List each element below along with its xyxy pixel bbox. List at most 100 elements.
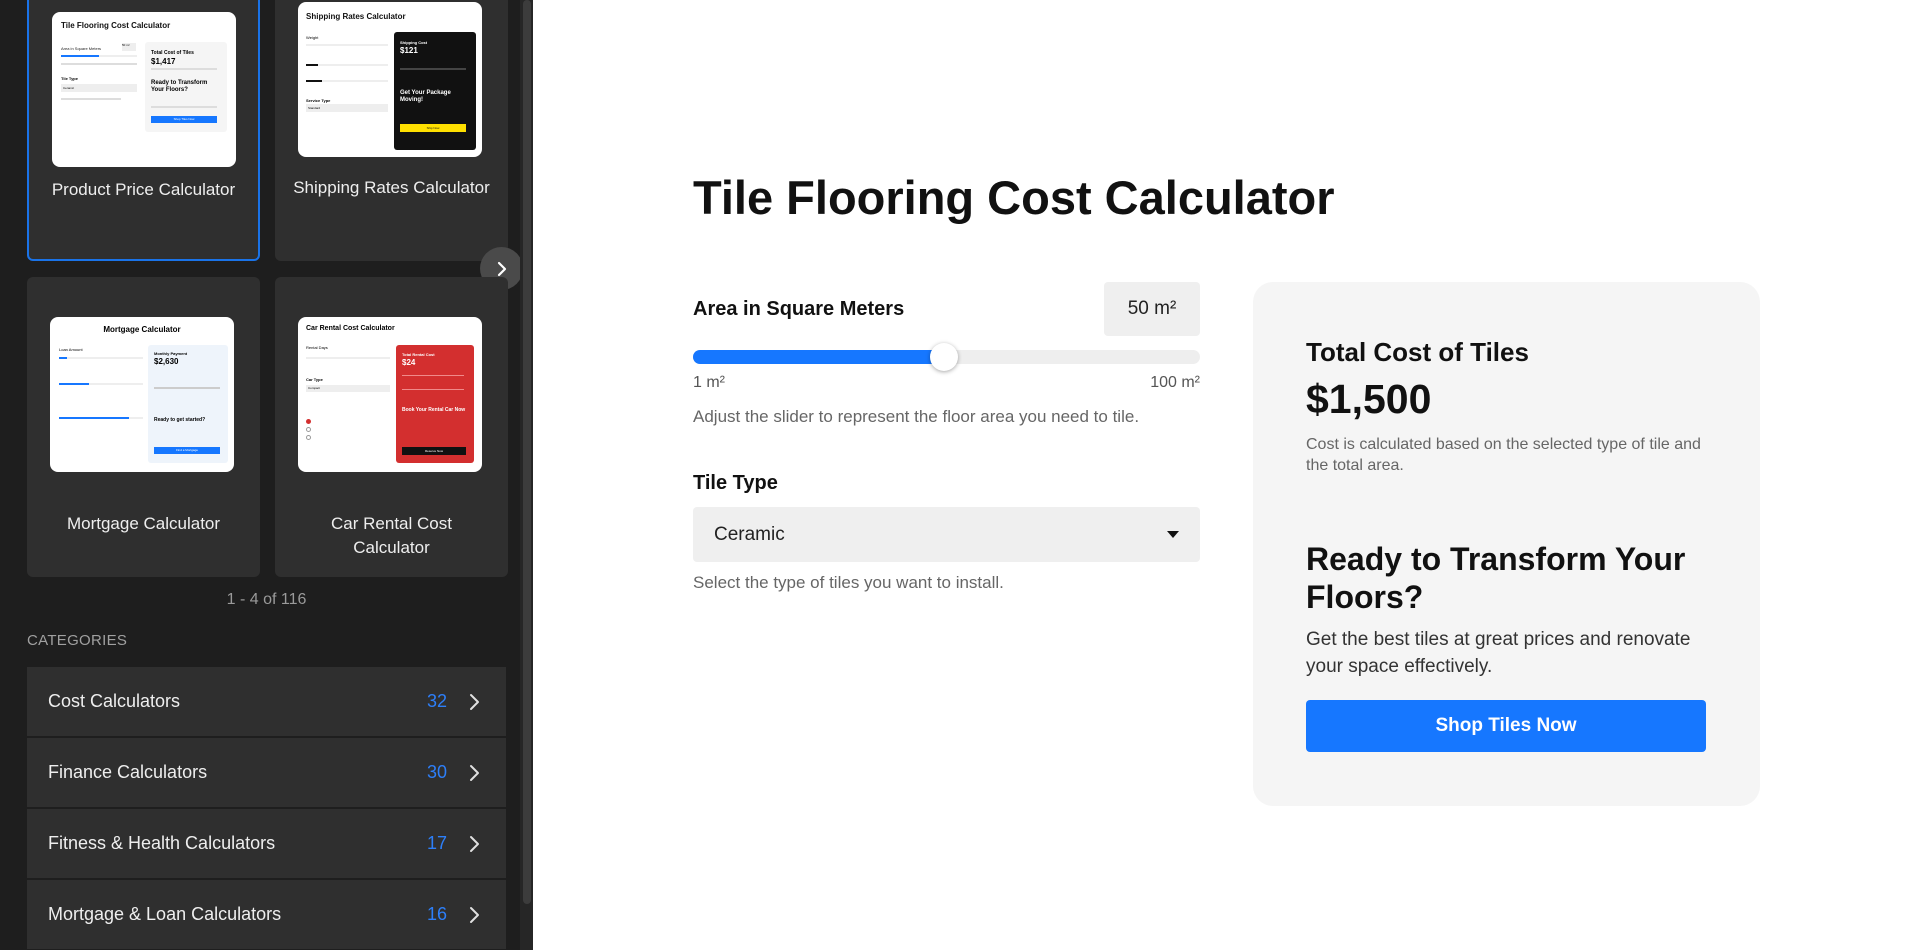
thumb-total-value: $2,630 bbox=[154, 357, 179, 366]
thumb-result-card: Total Rental Cost $24 Book Your Rental C… bbox=[396, 345, 474, 463]
template-sidebar: Tile Flooring Cost Calculator Area in Sq… bbox=[0, 0, 533, 950]
thumb-slider bbox=[306, 357, 390, 359]
category-finance-calculators[interactable]: Finance Calculators 30 bbox=[27, 738, 506, 807]
thumb-slider bbox=[61, 55, 137, 57]
template-card-title: Shipping Rates Calculator bbox=[293, 178, 490, 197]
thumb-select-label: Car Type bbox=[306, 377, 323, 382]
thumb-total-value: $121 bbox=[400, 46, 418, 55]
page-title: Tile Flooring Cost Calculator bbox=[693, 171, 1335, 224]
thumb-text-line bbox=[400, 68, 466, 70]
slider-max-label: 100 m² bbox=[1150, 374, 1200, 391]
result-card: Total Cost of Tiles $1,500 Cost is calcu… bbox=[1253, 282, 1760, 806]
template-thumbnail: Tile Flooring Cost Calculator Area in Sq… bbox=[52, 12, 236, 167]
pagination-label: 1 - 4 of 116 bbox=[226, 591, 307, 608]
thumb-select: Standard bbox=[306, 104, 388, 112]
category-label: Cost Calculators bbox=[48, 691, 181, 711]
tile-type-select[interactable]: Ceramic bbox=[693, 507, 1200, 562]
thumb-heading: Car Rental Cost Calculator bbox=[306, 325, 395, 332]
thumb-select: Ceramic bbox=[61, 84, 137, 92]
area-help-text: Adjust the slider to represent the floor… bbox=[693, 407, 1140, 426]
thumb-text-line bbox=[151, 68, 217, 70]
chevron-right-icon bbox=[470, 693, 479, 710]
template-thumbnail: Shipping Rates Calculator Weight Service… bbox=[298, 2, 482, 157]
thumb-text-line bbox=[61, 63, 137, 65]
sidebar-scrollbar-thumb[interactable] bbox=[523, 0, 531, 904]
thumb-text-line bbox=[61, 98, 121, 100]
thumb-button: Shop Tiles Now bbox=[151, 116, 217, 123]
area-slider-fill bbox=[693, 350, 944, 364]
thumb-field: Rental Days bbox=[306, 345, 328, 350]
template-card-title: Product Price Calculator bbox=[51, 180, 236, 199]
thumb-heading: Tile Flooring Cost Calculator bbox=[61, 21, 171, 30]
category-label: Mortgage & Loan Calculators bbox=[48, 904, 282, 924]
thumb-heading: Shipping Rates Calculator bbox=[306, 12, 406, 21]
caret-down-icon bbox=[1167, 531, 1179, 538]
thumb-button: Reserve Now bbox=[402, 447, 466, 455]
chevron-right-icon bbox=[470, 764, 479, 781]
thumb-radio bbox=[306, 419, 311, 424]
template-thumbnail: Mortgage Calculator Loan Amount Monthly … bbox=[50, 317, 234, 472]
thumb-field: Loan Amount bbox=[59, 347, 83, 352]
thumb-slider bbox=[59, 417, 143, 419]
thumb-slider bbox=[306, 80, 388, 82]
thumb-result-card: Monthly Payment $2,630 Ready to get star… bbox=[148, 345, 228, 463]
thumb-button: Find a Mortgage bbox=[154, 447, 220, 454]
category-count: 32 bbox=[426, 691, 447, 711]
cta-text: Get the best tiles at great prices and r… bbox=[1306, 629, 1691, 677]
area-value-display: 50 m² bbox=[1104, 282, 1200, 336]
tile-type-selected: Ceramic bbox=[714, 523, 785, 545]
area-label: Area in Square Meters bbox=[693, 298, 905, 320]
template-card-car-rental[interactable]: Car Rental Cost Calculator Rental Days C… bbox=[275, 277, 508, 577]
thumb-text-line bbox=[402, 389, 464, 390]
thumb-select-label: Tile Type bbox=[61, 76, 78, 81]
thumb-total-value: $24 bbox=[402, 358, 416, 367]
thumb-select-label: Service Type bbox=[306, 98, 331, 103]
chevron-right-icon bbox=[497, 261, 506, 276]
thumb-text-line bbox=[154, 387, 220, 389]
categories-heading: CATEGORIES bbox=[27, 632, 128, 649]
chevron-right-icon bbox=[470, 906, 479, 923]
thumb-result-card: Total Cost of Tiles $1,417 Ready to Tran… bbox=[145, 42, 227, 132]
category-label: Finance Calculators bbox=[48, 762, 208, 782]
template-card-title: Mortgage Calculator bbox=[66, 514, 221, 533]
category-fitness-health-calculators[interactable]: Fitness & Health Calculators 17 bbox=[27, 809, 506, 878]
area-slider-handle[interactable] bbox=[929, 343, 958, 371]
thumb-text-line bbox=[402, 375, 464, 376]
thumb-cta-heading: Get Your Package Moving! bbox=[400, 90, 451, 103]
thumb-text-line bbox=[151, 106, 217, 108]
area-slider[interactable] bbox=[693, 343, 1200, 371]
thumb-slider bbox=[306, 64, 388, 66]
thumb-result-card: Shipping Cost $121 Get Your Package Movi… bbox=[394, 32, 476, 150]
thumb-total-label: Total Cost of Tiles bbox=[151, 50, 194, 56]
total-cost-note: Cost is calculated based on the selected… bbox=[1306, 436, 1701, 474]
shop-tiles-button[interactable]: Shop Tiles Now bbox=[1306, 700, 1706, 752]
thumb-radio bbox=[306, 435, 311, 440]
template-thumbnail: Car Rental Cost Calculator Rental Days C… bbox=[298, 317, 482, 472]
thumb-total-label: Total Rental Cost bbox=[402, 352, 435, 357]
cta-heading: Ready to Transform Your Floors? bbox=[1306, 541, 1686, 615]
category-cost-calculators[interactable]: Cost Calculators 32 bbox=[27, 667, 506, 736]
thumb-field: Weight bbox=[306, 35, 319, 40]
tile-type-help-text: Select the type of tiles you want to ins… bbox=[693, 573, 1004, 592]
thumb-cta-heading: Ready to Transform Your Floors? bbox=[151, 80, 208, 93]
template-card-product-price[interactable]: Tile Flooring Cost Calculator Area in Sq… bbox=[27, 0, 260, 261]
template-card-title: Car Rental Cost Calculator bbox=[331, 514, 452, 557]
thumb-slider bbox=[59, 357, 143, 359]
thumb-radio bbox=[306, 427, 311, 432]
thumb-heading: Mortgage Calculator bbox=[103, 325, 181, 334]
category-mortgage-loan-calculators[interactable]: Mortgage & Loan Calculators 16 bbox=[27, 880, 506, 949]
thumb-slider bbox=[59, 383, 143, 385]
thumb-total-label: Shipping Cost bbox=[400, 40, 428, 45]
total-cost-label: Total Cost of Tiles bbox=[1306, 337, 1529, 367]
thumb-cta-heading: Book Your Rental Car Now bbox=[402, 407, 466, 413]
thumb-total-value: $1,417 bbox=[151, 57, 176, 66]
template-card-mortgage[interactable]: Mortgage Calculator Loan Amount Monthly … bbox=[27, 277, 260, 577]
category-count: 17 bbox=[426, 833, 447, 853]
thumb-select: Compact bbox=[306, 385, 390, 392]
template-card-shipping-rates[interactable]: Shipping Rates Calculator Weight Service… bbox=[275, 0, 508, 261]
category-label: Fitness & Health Calculators bbox=[48, 833, 276, 853]
thumb-button: Ship Now bbox=[400, 124, 466, 132]
tile-type-label: Tile Type bbox=[693, 472, 778, 494]
chevron-right-icon bbox=[470, 835, 479, 852]
category-count: 30 bbox=[426, 762, 447, 782]
